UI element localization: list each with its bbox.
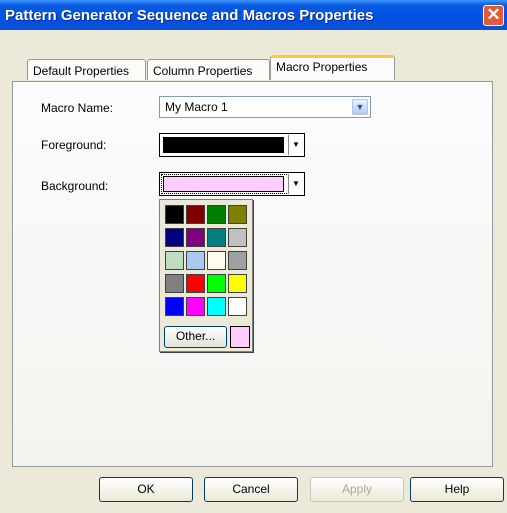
palette-color-cell[interactable] bbox=[207, 228, 226, 247]
foreground-color-picker[interactable]: ▼ bbox=[159, 133, 305, 157]
palette-color-cell[interactable] bbox=[207, 251, 226, 270]
macro-name-value: My Macro 1 bbox=[165, 100, 228, 114]
chevron-down-icon[interactable]: ▼ bbox=[352, 99, 368, 115]
palette-color-cell[interactable] bbox=[186, 228, 205, 247]
foreground-label: Foreground: bbox=[41, 138, 107, 152]
background-color-swatch bbox=[163, 176, 284, 192]
title-bar: Pattern Generator Sequence and Macros Pr… bbox=[0, 0, 507, 30]
palette-color-cell[interactable] bbox=[186, 274, 205, 293]
macro-name-label: Macro Name: bbox=[41, 101, 114, 115]
palette-color-cell[interactable] bbox=[228, 251, 247, 270]
close-button[interactable]: ✕ bbox=[483, 5, 504, 26]
tab-macro-properties[interactable]: Macro Properties bbox=[270, 55, 395, 80]
apply-button[interactable]: Apply bbox=[310, 477, 404, 502]
tab-default-properties[interactable]: Default Properties bbox=[27, 59, 146, 80]
palette-color-cell[interactable] bbox=[186, 205, 205, 224]
palette-color-cell[interactable] bbox=[165, 228, 184, 247]
close-icon: ✕ bbox=[486, 5, 501, 24]
ok-button[interactable]: OK bbox=[99, 477, 193, 502]
current-color-swatch[interactable] bbox=[230, 326, 250, 348]
palette-color-cell[interactable] bbox=[228, 297, 247, 316]
palette-color-cell[interactable] bbox=[165, 297, 184, 316]
palette-color-cell[interactable] bbox=[228, 228, 247, 247]
palette-color-cell[interactable] bbox=[207, 297, 226, 316]
palette-color-cell[interactable] bbox=[165, 274, 184, 293]
background-label: Background: bbox=[41, 179, 109, 193]
window-title: Pattern Generator Sequence and Macros Pr… bbox=[5, 7, 374, 24]
foreground-color-swatch bbox=[163, 137, 284, 153]
palette-color-cell[interactable] bbox=[207, 205, 226, 224]
palette-color-cell[interactable] bbox=[207, 274, 226, 293]
palette-color-cell[interactable] bbox=[186, 297, 205, 316]
palette-color-cell[interactable] bbox=[228, 205, 247, 224]
palette-color-cell[interactable] bbox=[186, 251, 205, 270]
chevron-down-icon[interactable]: ▼ bbox=[288, 174, 303, 194]
palette-color-cell[interactable] bbox=[228, 274, 247, 293]
cancel-button[interactable]: Cancel bbox=[204, 477, 298, 502]
background-color-picker[interactable]: ▼ bbox=[159, 172, 305, 196]
chevron-down-icon[interactable]: ▼ bbox=[288, 135, 303, 155]
palette-color-cell[interactable] bbox=[165, 205, 184, 224]
other-color-button[interactable]: Other... bbox=[164, 326, 227, 348]
palette-color-cell[interactable] bbox=[165, 251, 184, 270]
help-button[interactable]: Help bbox=[410, 477, 504, 502]
color-palette-dropdown: Other... bbox=[159, 199, 253, 352]
tab-column-properties[interactable]: Column Properties bbox=[147, 59, 270, 80]
macro-name-combo[interactable]: My Macro 1 ▼ bbox=[159, 96, 371, 118]
